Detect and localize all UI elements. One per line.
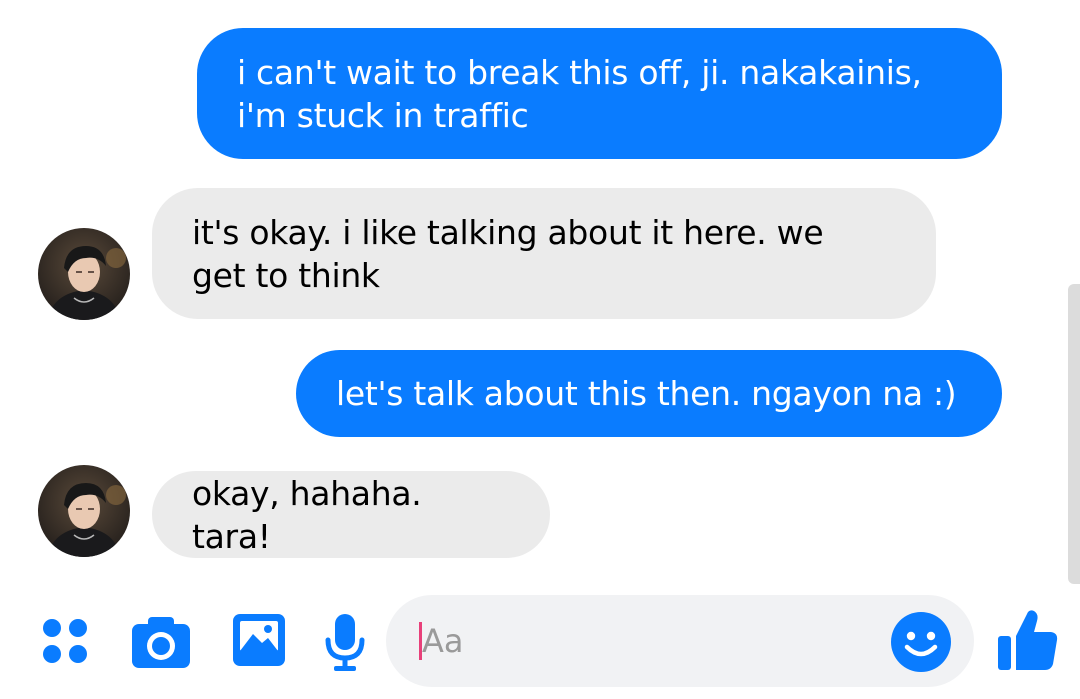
contact-avatar[interactable] bbox=[38, 465, 130, 557]
message-text: okay, hahaha. tara! bbox=[192, 473, 422, 556]
camera-icon[interactable] bbox=[130, 614, 192, 670]
thumbs-up-icon[interactable] bbox=[996, 608, 1060, 674]
scrollbar[interactable] bbox=[1068, 284, 1080, 584]
gallery-icon[interactable] bbox=[231, 612, 287, 668]
incoming-message-bubble[interactable]: it's okay. i like talking about it here.… bbox=[152, 188, 936, 319]
message-text: let's talk about this then. ngayon na :) bbox=[336, 374, 957, 413]
incoming-message-bubble[interactable]: okay, hahaha. tara! bbox=[152, 471, 550, 558]
emoji-icon[interactable] bbox=[890, 611, 952, 673]
message-text: i can't wait to break this off, ji. naka… bbox=[237, 52, 922, 135]
message-input[interactable]: Aa bbox=[386, 595, 974, 687]
contact-avatar[interactable] bbox=[38, 228, 130, 320]
contact-photo bbox=[38, 465, 130, 557]
outgoing-message-bubble[interactable]: i can't wait to break this off, ji. naka… bbox=[197, 28, 1002, 159]
message-text: it's okay. i like talking about it here.… bbox=[192, 212, 824, 295]
microphone-icon[interactable] bbox=[324, 612, 366, 674]
message-composer: Aa bbox=[0, 590, 1080, 699]
chat-screen: i can't wait to break this off, ji. naka… bbox=[0, 0, 1080, 699]
apps-icon[interactable] bbox=[40, 616, 92, 668]
outgoing-message-bubble[interactable]: let's talk about this then. ngayon na :) bbox=[296, 350, 1002, 437]
contact-photo bbox=[38, 228, 130, 320]
message-input-placeholder: Aa bbox=[422, 622, 464, 660]
